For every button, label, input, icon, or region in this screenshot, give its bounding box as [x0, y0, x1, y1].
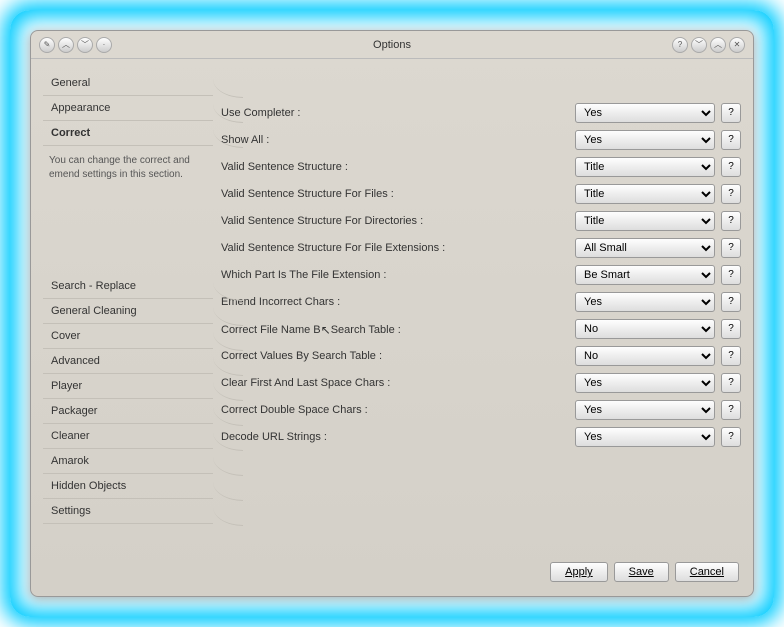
options-window: ✎ ︿ ﹀ · Options ? ﹀ ︿ ✕ GeneralAppearanc… — [30, 30, 754, 597]
tab-appearance[interactable]: Appearance — [43, 96, 213, 121]
help-button[interactable]: ? — [721, 319, 741, 339]
setting-label: Decode URL Strings : — [221, 431, 569, 443]
setting-select[interactable]: Yes — [575, 292, 715, 312]
help-button[interactable]: ? — [721, 184, 741, 204]
setting-label: Valid Sentence Structure For Directories… — [221, 215, 569, 227]
help-icon[interactable]: ? — [672, 37, 688, 53]
setting-row: Valid Sentence Structure For Directories… — [221, 207, 741, 234]
footer: Apply Save Cancel — [31, 552, 753, 596]
window-title: Options — [112, 39, 672, 51]
dot-icon[interactable]: · — [96, 37, 112, 53]
setting-select[interactable]: All Small — [575, 238, 715, 258]
setting-label: Valid Sentence Structure For Files : — [221, 188, 569, 200]
setting-label: Which Part Is The File Extension : — [221, 269, 569, 281]
tool-icon[interactable]: ✎ — [39, 37, 55, 53]
tab-amarok[interactable]: Amarok — [43, 449, 213, 474]
setting-row: Show All : Yes? — [221, 126, 741, 153]
setting-label: Use Completer : — [221, 107, 569, 119]
setting-select[interactable]: Title — [575, 184, 715, 204]
setting-row: Decode URL Strings : Yes? — [221, 423, 741, 450]
section-description: You can change the correct and emend set… — [43, 146, 213, 194]
setting-row: Valid Sentence Structure For Files : Titl… — [221, 180, 741, 207]
setting-label: Emend Incorrect Chars : — [221, 296, 569, 308]
help-button[interactable]: ? — [721, 373, 741, 393]
cursor-icon: ↖ — [321, 323, 331, 337]
setting-select[interactable]: Be Smart — [575, 265, 715, 285]
tab-advanced[interactable]: Advanced — [43, 349, 213, 374]
save-button[interactable]: Save — [614, 562, 669, 582]
setting-label: Valid Sentence Structure : — [221, 161, 569, 173]
tab-hidden-objects[interactable]: Hidden Objects — [43, 474, 213, 499]
setting-row: Correct File Name B↖Search Table : No? — [221, 315, 741, 342]
setting-row: Emend Incorrect Chars : Yes? — [221, 288, 741, 315]
tab-cover[interactable]: Cover — [43, 324, 213, 349]
tab-cleaner[interactable]: Cleaner — [43, 424, 213, 449]
close-icon[interactable]: ✕ — [729, 37, 745, 53]
setting-row: Clear First And Last Space Chars : Yes? — [221, 369, 741, 396]
setting-row: Use Completer : Yes? — [221, 99, 741, 126]
help-button[interactable]: ? — [721, 157, 741, 177]
setting-label: Correct Values By Search Table : — [221, 350, 569, 362]
setting-select[interactable]: Yes — [575, 400, 715, 420]
help-button[interactable]: ? — [721, 427, 741, 447]
setting-select[interactable]: Yes — [575, 103, 715, 123]
help-button[interactable]: ? — [721, 103, 741, 123]
setting-select[interactable]: Title — [575, 211, 715, 231]
titlebar: ✎ ︿ ﹀ · Options ? ﹀ ︿ ✕ — [31, 31, 753, 59]
tab-settings[interactable]: Settings — [43, 499, 213, 524]
setting-select[interactable]: Title — [575, 157, 715, 177]
setting-row: Valid Sentence Structure For File Extens… — [221, 234, 741, 261]
tab-correct[interactable]: Correct — [43, 121, 213, 146]
help-button[interactable]: ? — [721, 292, 741, 312]
min-icon[interactable]: ﹀ — [691, 37, 707, 53]
help-button[interactable]: ? — [721, 130, 741, 150]
help-button[interactable]: ? — [721, 346, 741, 366]
help-button[interactable]: ? — [721, 265, 741, 285]
tab-general[interactable]: General — [43, 71, 213, 96]
setting-select[interactable]: Yes — [575, 130, 715, 150]
setting-select[interactable]: Yes — [575, 373, 715, 393]
setting-row: Correct Double Space Chars : Yes? — [221, 396, 741, 423]
help-button[interactable]: ? — [721, 400, 741, 420]
help-button[interactable]: ? — [721, 238, 741, 258]
setting-label: Correct Double Space Chars : — [221, 404, 569, 416]
setting-label: Correct File Name B↖Search Table : — [221, 322, 569, 336]
tab-search-replace[interactable]: Search - Replace — [43, 274, 213, 299]
setting-select[interactable]: No — [575, 319, 715, 339]
down-icon[interactable]: ﹀ — [77, 37, 93, 53]
setting-select[interactable]: Yes — [575, 427, 715, 447]
tab-player[interactable]: Player — [43, 374, 213, 399]
sidebar: GeneralAppearanceCorrect You can change … — [43, 71, 213, 548]
setting-row: Correct Values By Search Table : No? — [221, 342, 741, 369]
max-icon[interactable]: ︿ — [710, 37, 726, 53]
cancel-button[interactable]: Cancel — [675, 562, 739, 582]
setting-select[interactable]: No — [575, 346, 715, 366]
settings-panel: Use Completer :Yes?Show All :Yes?Valid S… — [221, 71, 741, 548]
tab-packager[interactable]: Packager — [43, 399, 213, 424]
setting-label: Clear First And Last Space Chars : — [221, 377, 569, 389]
setting-row: Which Part Is The File Extension : Be Sma… — [221, 261, 741, 288]
help-button[interactable]: ? — [721, 211, 741, 231]
setting-row: Valid Sentence Structure : Title? — [221, 153, 741, 180]
apply-button[interactable]: Apply — [550, 562, 608, 582]
up-icon[interactable]: ︿ — [58, 37, 74, 53]
tab-general-cleaning[interactable]: General Cleaning — [43, 299, 213, 324]
setting-label: Show All : — [221, 134, 569, 146]
setting-label: Valid Sentence Structure For File Extens… — [221, 242, 569, 254]
